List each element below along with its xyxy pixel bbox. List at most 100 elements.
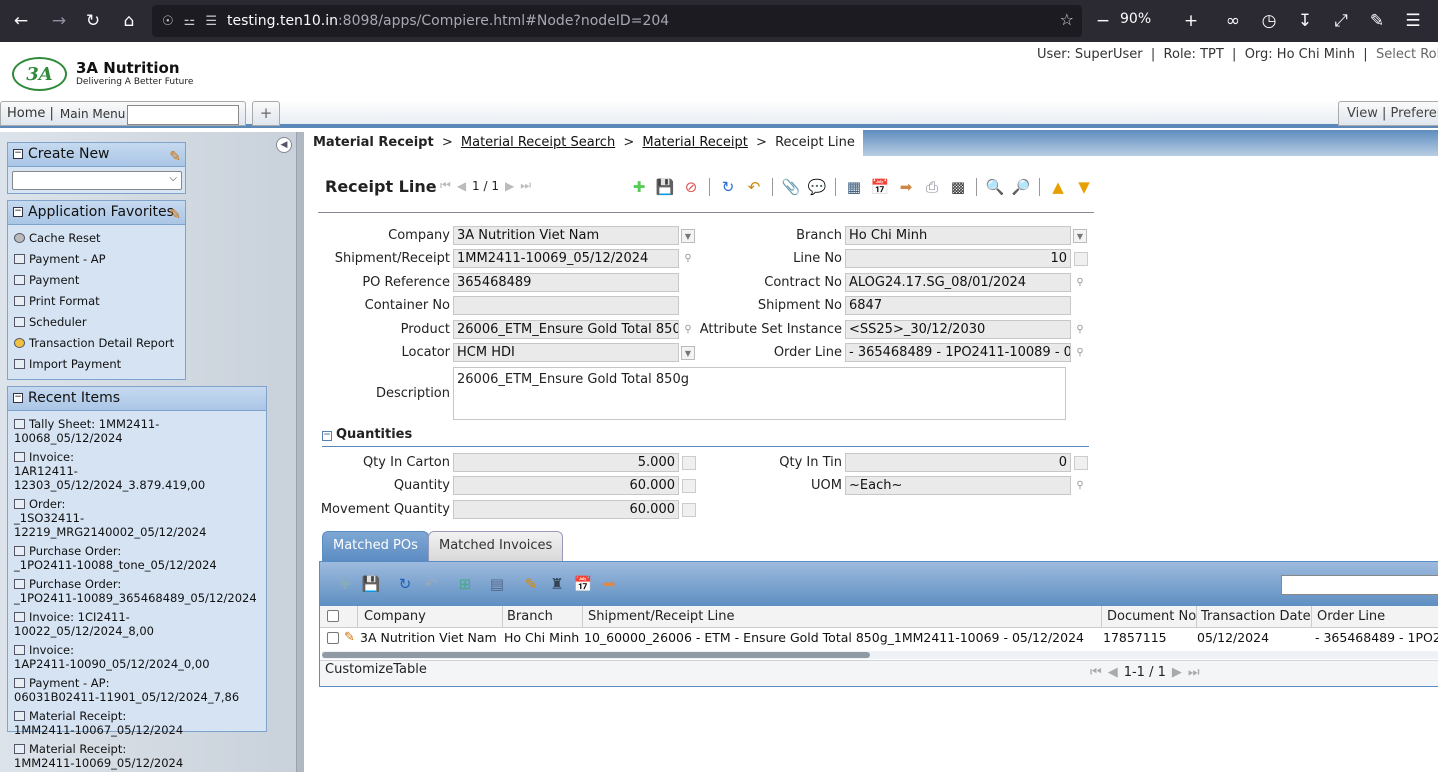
column-company[interactable]: Company xyxy=(360,606,503,628)
undo-icon[interactable]: ↶ xyxy=(743,176,765,198)
create-new-select[interactable]: ⌵ xyxy=(12,171,182,190)
contract-field[interactable]: ALOG24.17.SG_08/01/2024 xyxy=(845,273,1071,292)
refresh-icon[interactable]: ↻ xyxy=(394,573,416,595)
new-record-icon[interactable]: ✚ xyxy=(334,573,356,595)
breadcrumb-search-link[interactable]: Material Receipt Search xyxy=(461,135,615,150)
qty-tin-field[interactable]: 0 xyxy=(845,453,1071,472)
next-page-icon[interactable]: ▶ xyxy=(1172,665,1182,680)
home-link[interactable]: Home | xyxy=(7,106,54,121)
grid-toggle-icon[interactable]: ▦ xyxy=(843,176,865,198)
recent-item[interactable]: Tally Sheet: 1MM2411-10068_05/12/2024 xyxy=(8,415,266,448)
parent-record-icon[interactable]: ▲ xyxy=(1047,176,1069,198)
find-icon[interactable]: 🔍 xyxy=(984,176,1006,198)
tab-matched-pos[interactable]: Matched POs xyxy=(322,531,429,561)
select-all-checkbox[interactable] xyxy=(327,610,339,622)
customize-table-link[interactable]: CustomizeTable xyxy=(325,662,427,677)
zoom-across-icon[interactable]: ➡ xyxy=(895,176,917,198)
asi-field[interactable]: <SS25>_30/12/2030 xyxy=(845,320,1071,339)
favorite-scheduler[interactable]: Scheduler xyxy=(8,313,185,334)
favorite-transaction-report[interactable]: Transaction Detail Report xyxy=(8,334,185,355)
search-icon[interactable]: ⚲ xyxy=(1073,323,1087,337)
recent-item[interactable]: Invoice: 1CI2411-10022_05/12/2024_8,00 xyxy=(8,608,266,641)
column-branch[interactable]: Branch xyxy=(503,606,583,628)
collapse-toggle-icon[interactable]: − xyxy=(13,149,23,159)
chevron-down-icon[interactable]: ▼ xyxy=(681,229,695,243)
reload-icon[interactable]: ↻ xyxy=(78,6,108,36)
collapse-sidebar-icon[interactable]: ◀ xyxy=(276,137,292,153)
view-preferences-tab[interactable]: View | Preferences xyxy=(1338,101,1438,126)
delete-icon[interactable]: ⊘ xyxy=(680,176,702,198)
history-icon[interactable]: 📅 xyxy=(869,176,891,198)
sidebar-splitter[interactable] xyxy=(296,132,304,772)
edit-pencil-icon[interactable]: ✎ xyxy=(342,628,358,648)
table-row[interactable]: ✎ 3A Nutrition Viet Nam Ho Chi Minh 10_6… xyxy=(320,628,1438,648)
zoom-across-icon[interactable]: ➡ xyxy=(598,573,620,595)
attachment-icon[interactable]: 📎 xyxy=(780,176,802,198)
qty-carton-field[interactable]: 5.000 xyxy=(453,453,679,472)
calendar-icon[interactable]: 📅 xyxy=(572,573,594,595)
forward-icon[interactable]: → xyxy=(44,6,74,36)
recent-item[interactable]: Purchase Order: _1PO2411-10088_tone_05/12… xyxy=(8,542,266,575)
recent-item[interactable]: Material Receipt: 1MM2411-10067_05/12/202… xyxy=(8,707,266,740)
collapse-toggle-icon[interactable]: − xyxy=(13,207,23,217)
edit-pencil-icon[interactable]: ✎ xyxy=(169,204,181,227)
url-bar[interactable]: ☉ ⚍ ☰ testing.ten10.in:8098/apps/Compier… xyxy=(152,5,1082,37)
horizontal-scrollbar[interactable] xyxy=(322,651,1438,659)
po-reference-field[interactable]: 365468489 xyxy=(453,273,679,292)
next-record-icon[interactable]: ▶ xyxy=(505,179,514,193)
main-menu-tab[interactable]: Home | Main Menu xyxy=(0,101,246,126)
favorite-cache-reset[interactable]: Cache Reset xyxy=(8,229,185,250)
column-transaction-date[interactable]: Transaction Date xyxy=(1197,606,1312,628)
favorite-print-format[interactable]: Print Format xyxy=(8,292,185,313)
history-icon[interactable]: ◷ xyxy=(1254,6,1284,36)
calculator-icon[interactable] xyxy=(682,479,696,493)
edit-pencil-icon[interactable]: ✎ xyxy=(520,573,542,595)
private-mask-icon[interactable]: ∞ xyxy=(1218,6,1248,36)
extensions-icon[interactable]: ✎ xyxy=(1362,6,1392,36)
quantity-field[interactable]: 60.000 xyxy=(453,476,679,495)
grid-icon[interactable]: ▤ xyxy=(486,573,508,595)
menu-search-input[interactable] xyxy=(127,105,239,125)
bank-icon[interactable]: ♜ xyxy=(546,573,568,595)
breadcrumb-receipt-link[interactable]: Material Receipt xyxy=(642,135,748,150)
column-document-no[interactable]: Document No xyxy=(1103,606,1197,628)
previous-record-icon[interactable]: ◀ xyxy=(457,179,466,193)
chevron-down-icon[interactable]: ▼ xyxy=(681,346,695,360)
tab-matched-invoices[interactable]: Matched Invoices xyxy=(428,531,564,561)
collapse-toggle-icon[interactable]: − xyxy=(13,393,23,403)
recent-item[interactable]: Purchase Order: _1PO2411-10089_365468489_… xyxy=(8,575,266,608)
product-field[interactable]: 26006_ETM_Ensure Gold Total 850g xyxy=(453,320,679,339)
previous-page-icon[interactable]: ◀ xyxy=(1108,665,1118,680)
menu-icon[interactable]: ☰ xyxy=(1398,6,1428,36)
column-order-line[interactable]: Order Line xyxy=(1313,606,1438,628)
row-checkbox[interactable] xyxy=(327,632,339,644)
zoom-out-icon[interactable]: − xyxy=(1088,6,1118,36)
back-icon[interactable]: ← xyxy=(6,6,36,36)
search-icon[interactable]: ⚲ xyxy=(1073,346,1087,360)
print-icon[interactable]: ⎙ xyxy=(921,176,943,198)
main-menu-label[interactable]: Main Menu xyxy=(60,107,125,121)
branch-field[interactable]: Ho Chi Minh xyxy=(845,226,1071,245)
select-role-link[interactable]: Select Role xyxy=(1376,47,1438,62)
last-record-icon[interactable]: ⏭ xyxy=(520,178,531,193)
locator-field[interactable]: HCM HDI xyxy=(453,343,679,362)
calculator-icon[interactable] xyxy=(1074,456,1088,470)
calculator-icon[interactable] xyxy=(682,503,696,517)
bookmark-star-icon[interactable]: ☆ xyxy=(1060,10,1074,29)
search-icon[interactable]: ⚲ xyxy=(1073,276,1087,290)
quantities-section[interactable]: − Quantities xyxy=(322,427,412,442)
add-row-icon[interactable]: ⊞ xyxy=(454,573,476,595)
movement-qty-field[interactable]: 60.000 xyxy=(453,500,679,519)
search-icon[interactable]: ⚲ xyxy=(681,323,695,337)
collapse-toggle-icon[interactable]: − xyxy=(322,431,332,441)
calculator-icon[interactable] xyxy=(1074,252,1088,266)
company-field[interactable]: 3A Nutrition Viet Nam xyxy=(453,226,679,245)
download-icon[interactable]: ↧ xyxy=(1290,6,1320,36)
recent-item[interactable]: Material Receipt: 1MM2411-10069_05/12/202… xyxy=(8,740,266,773)
fullscreen-icon[interactable]: ⤢ xyxy=(1326,6,1356,36)
home-icon[interactable]: ⌂ xyxy=(114,6,144,36)
column-shipment-line[interactable]: Shipment/Receipt Line xyxy=(584,606,1102,628)
save-icon[interactable]: 💾 xyxy=(654,176,676,198)
container-field[interactable] xyxy=(453,296,679,315)
description-textarea[interactable]: 26006_ETM_Ensure Gold Total 850g xyxy=(453,367,1066,420)
